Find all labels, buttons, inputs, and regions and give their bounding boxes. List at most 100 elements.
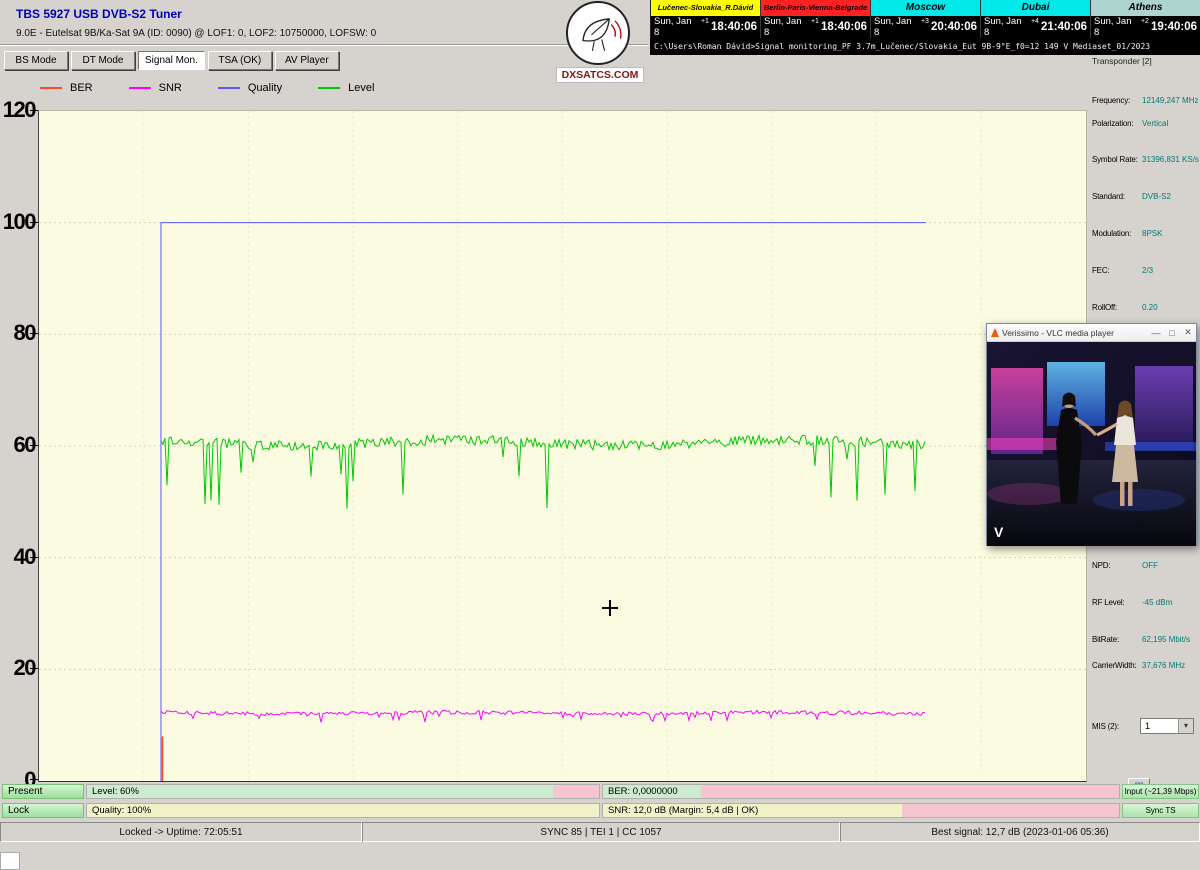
dt-mode-button[interactable]: DT Mode [71,51,135,70]
minimize-button[interactable]: — [1148,328,1164,338]
quality-bar: Quality: 100% [86,803,600,818]
video-scene [987,342,1196,546]
utc-offset: +4 [1031,16,1039,25]
level-line-swatch [318,87,340,89]
param-row-fec: FEC: 2/3 [1092,266,1199,277]
mode-button-row: BS Mode DT Mode Signal Mon. TSA (OK) AV … [4,51,339,70]
input-rate-box: Input (~21,39 Mbps) [1122,784,1199,799]
clock-time-display: Sun, Jan 8 +3 20:40:06 [871,16,981,38]
clock-time-value: 18:40:06 [821,21,867,33]
legend-label: BER [70,82,93,94]
channel-logo: V [994,524,1003,540]
clock-time-display: Sun, Jan 8 +4 21:40:06 [981,16,1091,38]
bar-fill [87,785,553,798]
legend-item-level: Level [318,82,374,94]
satellite-info: 9.0E - Eutelsat 9B/Ka-Sat 9A (ID: 0090) … [16,28,376,39]
clock-time-value: 18:40:06 [711,21,757,33]
header-divider [0,44,648,46]
satellite-dish-icon [568,3,628,63]
param-row-frequency: Frequency: 12149,247 MHz [1092,96,1199,107]
bottom-left-white-box [0,852,20,870]
legend-item-ber: BER [40,82,93,94]
world-clocks: Lučenec-Slovakia_R.Dávid Sun, Jan 8 +1 1… [650,0,1200,38]
vlc-titlebar[interactable]: Verissimo - VLC media player — □ ✕ [987,324,1196,342]
clock-date: Sun, Jan 8 [874,16,919,38]
param-row-modulation: Modulation: 8PSK [1092,229,1199,240]
vlc-video: V [987,342,1196,546]
clock-time-value: 21:40:06 [1041,21,1087,33]
clock-city-label: Athens [1091,0,1200,16]
snr-bar: SNR: 12,0 dB (Margin: 5,4 dB | OK) [602,803,1120,818]
bar-rest [902,804,1119,817]
param-row-bitrate: BitRate: 62,195 Mbit/s [1092,635,1199,646]
clock-time-value: 20:40:06 [931,21,977,33]
param-row-npd: NPD: OFF [1092,561,1199,572]
clock-city-label: Lučenec-Slovakia_R.Dávid [651,0,761,16]
legend-label: SNR [159,82,182,94]
vlc-window: Verissimo - VLC media player — □ ✕ [986,323,1197,546]
y-tick [30,779,38,780]
signal-chart: BER SNR Quality Level 120 100 80 60 40 2… [0,70,1088,782]
clock-athens: Athens Sun, Jan 8 +2 19:40:06 [1091,0,1200,38]
clock-time-display: Sun, Jan 8 +1 18:40:06 [651,16,761,38]
ber-bar: BER: 0,0000000 [602,784,1120,799]
param-row-rolloff: RollOff: 0.20 [1092,303,1199,314]
snr-text: SNR: 12,0 dB (Margin: 5,4 dB | OK) [603,805,758,816]
bar-fill [87,804,599,817]
utc-offset: +1 [701,16,709,25]
clock-moscow: Moscow Sun, Jan 8 +3 20:40:06 [871,0,981,38]
bar-rest [553,785,599,798]
snr-line-swatch [129,87,151,89]
param-row-carrierwidth: CarrierWidth: 37,676 MHz [1092,661,1199,672]
param-row-polarization: Polarization: Vertical [1092,119,1199,130]
lock-indicator: Lock [2,803,84,818]
y-tick [30,333,38,334]
plot-area[interactable] [38,110,1087,782]
transponder-header: Transponder [2] [1092,56,1152,66]
mis-dropdown[interactable]: 1 ▾ [1140,718,1194,734]
close-button[interactable]: ✕ [1180,327,1196,338]
clock-date: Sun, Jan 8 [764,16,809,38]
chart-legend: BER SNR Quality Level [40,82,374,94]
clock-time-value: 19:40:06 [1151,21,1197,33]
y-tick [30,668,38,669]
bs-mode-button[interactable]: BS Mode [4,51,68,70]
level-text: Level: 60% [87,786,139,797]
bar-rest [701,785,1119,798]
utc-offset: +2 [1141,16,1149,25]
uptime-status: Locked -> Uptime: 72:05:51 [0,822,362,842]
maximize-button[interactable]: □ [1164,328,1180,338]
param-row-symbol-rate: Symbol Rate: 31396,831 KS/s [1092,155,1199,166]
param-row-rf-level: RF Level: -45 dBm [1092,598,1199,609]
vlc-cone-icon [991,328,999,337]
present-indicator: Present [2,784,84,799]
mis-value: 1 [1141,721,1150,731]
level-bar: Level: 60% [86,784,600,799]
vlc-window-title: Verissimo - VLC media player [1002,328,1148,338]
clock-time-display: Sun, Jan 8 +1 18:40:06 [761,16,871,38]
av-player-button[interactable]: AV Player [275,51,339,70]
sync-ts-box: Sync TS [1122,803,1199,818]
best-signal-status: Best signal: 12,7 dB (2023-01-06 05:36) [840,822,1200,842]
legend-label: Level [348,82,374,94]
clock-city-label: Dubai [981,0,1091,16]
clock-city-label: Berlin-Paris-Vienna-Belgrade [761,0,871,16]
ber-text: BER: 0,0000000 [603,786,678,797]
command-prompt: C:\Users\Roman Dávid>Signal monitoring_P… [650,38,1200,55]
clock-dubai: Dubai Sun, Jan 8 +4 21:40:06 [981,0,1091,38]
legend-item-quality: Quality [218,82,282,94]
clock-date: Sun, Jan 8 [654,16,699,38]
param-row-standard: Standard: DVB-S2 [1092,192,1199,203]
signal-plot [39,111,1086,781]
tsa-button[interactable]: TSA (OK) [208,51,272,70]
quality-line-swatch [218,87,240,89]
signal-mon-button[interactable]: Signal Mon. [138,51,205,70]
y-tick [30,222,38,223]
clock-city-label: Moscow [871,0,981,16]
utc-offset: +1 [811,16,819,25]
legend-item-snr: SNR [129,82,182,94]
clock-date: Sun, Jan 8 [984,16,1029,38]
clock-lucenec: Lučenec-Slovakia_R.Dávid Sun, Jan 8 +1 1… [651,0,761,38]
y-tick [30,110,38,111]
y-tick [30,557,38,558]
